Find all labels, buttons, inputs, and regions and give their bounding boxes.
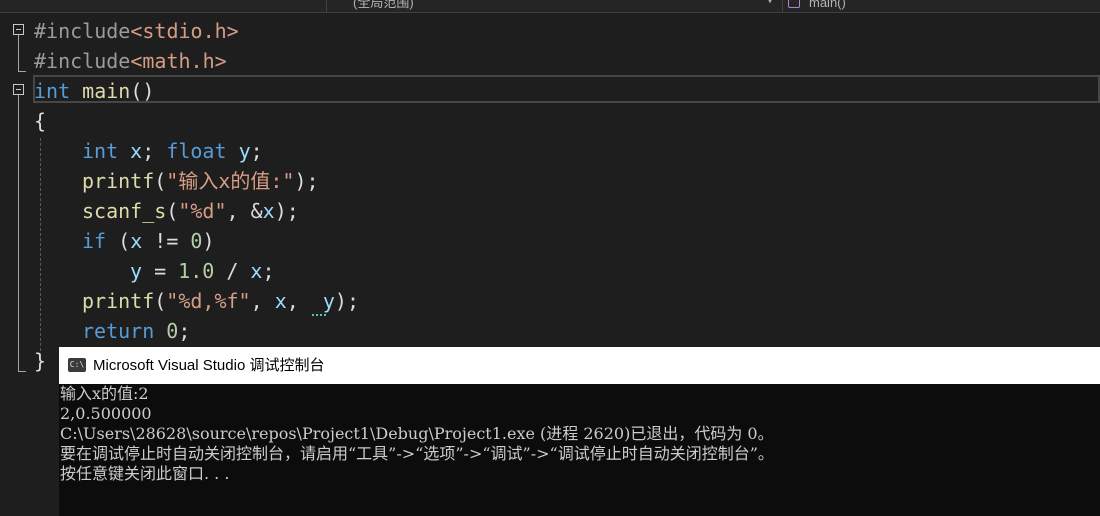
operator: / (214, 259, 251, 283)
paren: ); (274, 199, 299, 223)
variable: x (130, 229, 143, 253)
function-call: printf (82, 289, 155, 313)
parens: () (130, 79, 155, 103)
warning-squiggle[interactable] (312, 310, 326, 316)
string-literal: "输入x的值:" (166, 169, 295, 193)
current-line-highlight (33, 75, 1100, 103)
console-line: 要在调试停止时自动关闭控制台，请启用“工具”->“选项”->“调试”->“调试停… (60, 444, 774, 463)
code-line-4: { (34, 106, 46, 136)
control-keyword: return (82, 319, 155, 343)
string-literal: "%d" (178, 199, 227, 223)
fold-guide-line (18, 95, 19, 371)
variable: y (130, 259, 143, 283)
console-line: 输入x的值:2 (60, 384, 149, 403)
operator: != (142, 229, 191, 253)
code-line-12: } (34, 346, 46, 376)
control-keyword: if (82, 229, 107, 253)
code-line-5: int x; float y; (82, 136, 263, 166)
type-keyword: int (82, 139, 119, 163)
separator: , (250, 289, 275, 313)
console-line: 按任意键关闭此窗口. . . (60, 464, 230, 483)
navigation-bar: (全局范围) ▼ main() (0, 0, 1100, 13)
scope-dropdown[interactable]: (全局范围) (326, 0, 780, 12)
code-line-3: int main() (34, 76, 154, 106)
paren: ( (154, 169, 167, 193)
code-line-11: return 0; (82, 316, 190, 346)
scope-dropdown-label: (全局范围) (353, 0, 414, 10)
debug-console-window[interactable]: C:\ Microsoft Visual Studio 调试控制台 输入x的值:… (59, 347, 1100, 516)
number-literal: 0 (190, 229, 203, 253)
console-title: Microsoft Visual Studio 调试控制台 (93, 357, 325, 374)
semicolon: ; (262, 259, 275, 283)
close-brace: } (34, 349, 47, 373)
console-line: 2,0.500000 (60, 404, 152, 423)
console-title-bar[interactable]: C:\ Microsoft Visual Studio 调试控制台 (59, 347, 1100, 384)
code-line-2: #include<math.h> (34, 46, 227, 76)
preprocessor-directive: #include (34, 19, 131, 43)
function-call: scanf_s (82, 199, 167, 223)
paren: ( (106, 229, 131, 253)
number-literal: 1.0 (178, 259, 215, 283)
separator: , & (226, 199, 263, 223)
code-line-9: y = 1.0 / x; (130, 256, 275, 286)
include-file: <stdio.h> (130, 19, 239, 43)
console-app-icon: C:\ (68, 358, 86, 372)
paren: ( (166, 199, 179, 223)
function-dropdown[interactable]: main() (782, 0, 1100, 12)
code-line-1: #include<stdio.h> (34, 16, 239, 46)
type-keyword: float (166, 139, 227, 163)
scope-chevron-down-icon[interactable]: ▼ (767, 0, 773, 6)
semicolon: ; (178, 319, 191, 343)
console-line: C:\Users\28628\source\repos\Project1\Deb… (60, 424, 774, 443)
console-output: 输入x的值:2 2,0.500000 C:\Users\28628\source… (60, 384, 1100, 484)
paren: ); (294, 169, 319, 193)
number-literal: 0 (166, 319, 179, 343)
collapse-main-icon[interactable] (13, 84, 24, 95)
separator: ; (142, 139, 167, 163)
fold-guide-end (18, 71, 26, 72)
function-name: main (82, 79, 131, 103)
code-line-6: printf("输入x的值:"); (82, 166, 319, 196)
code-line-7: scanf_s("%d", &x); (82, 196, 299, 226)
paren: ( (154, 289, 167, 313)
variable: x (274, 289, 287, 313)
paren: ); (334, 289, 359, 313)
paren: ) (202, 229, 215, 253)
semicolon: ; (250, 139, 263, 163)
open-brace: { (34, 109, 47, 133)
type-keyword: int (34, 79, 71, 103)
include-file: <math.h> (130, 49, 227, 73)
preprocessor-directive: #include (34, 49, 131, 73)
variable: y (238, 139, 251, 163)
fold-guide-end (18, 371, 26, 372)
fold-guide-line (18, 35, 19, 71)
variable: x (130, 139, 143, 163)
variable: x (250, 259, 263, 283)
function-dropdown-label: main() (809, 0, 846, 10)
code-line-8: if (x != 0) (82, 226, 215, 256)
string-literal: "%d,%f" (166, 289, 251, 313)
function-call: printf (82, 169, 155, 193)
indent-guide (40, 138, 41, 356)
variable: x (262, 199, 275, 223)
collapse-include-icon[interactable] (13, 24, 24, 35)
operator: = (142, 259, 179, 283)
